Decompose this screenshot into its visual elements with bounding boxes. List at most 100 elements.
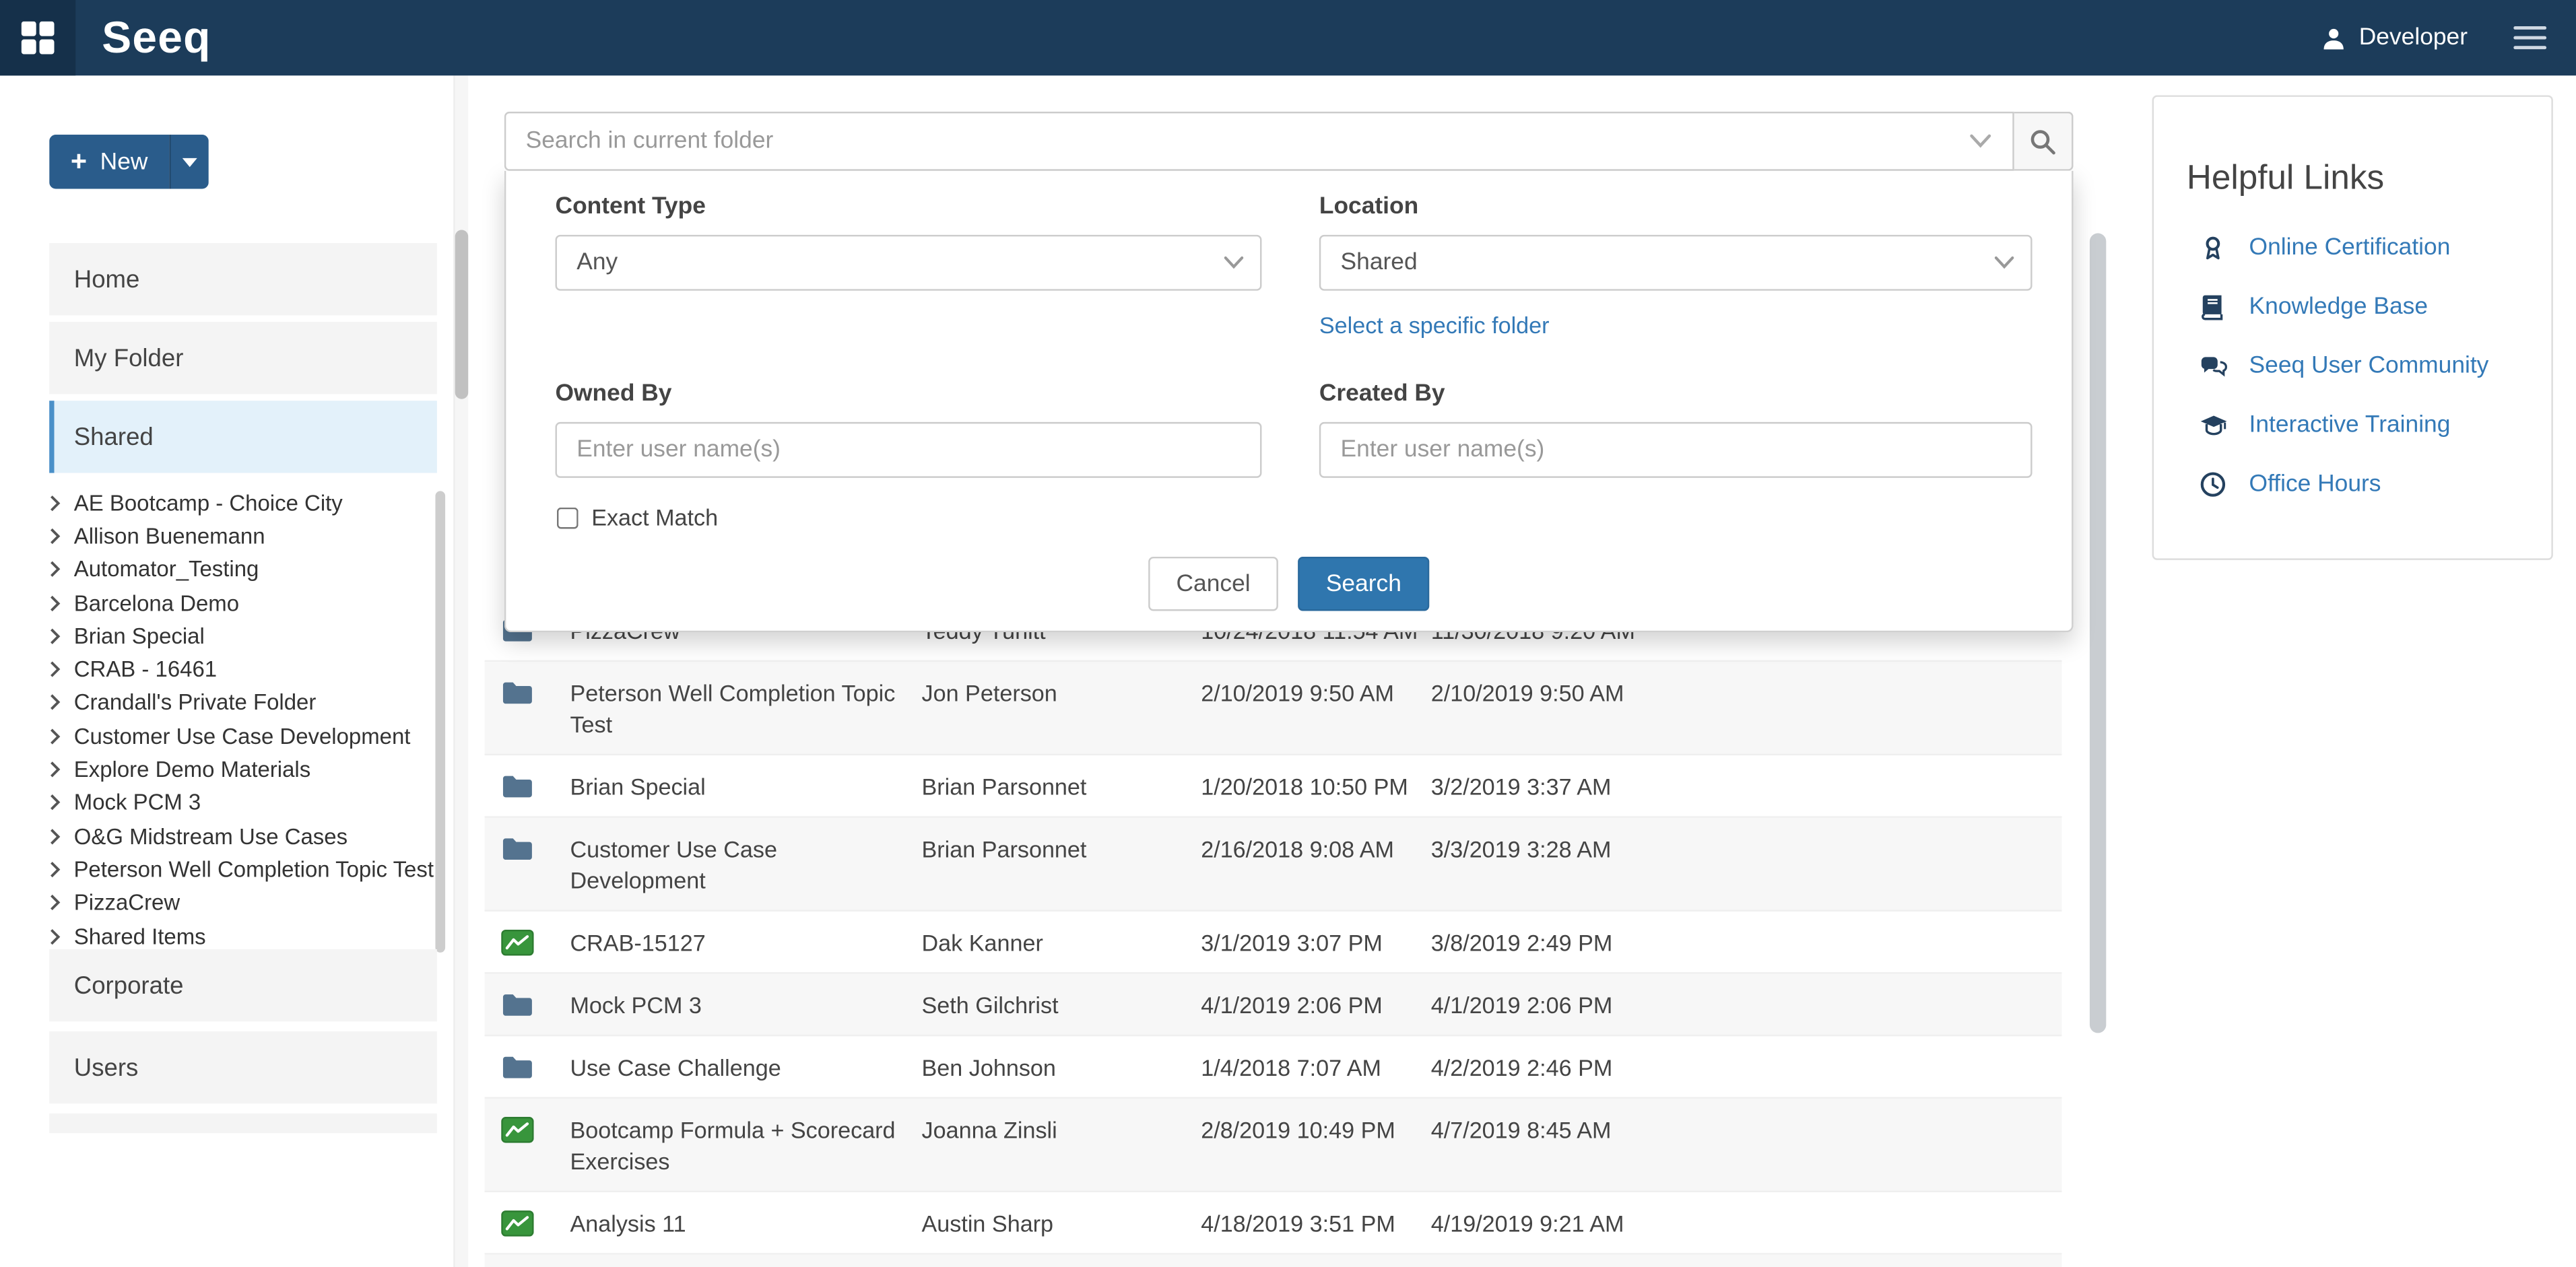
sidebar-item-my-folder[interactable]: My Folder [49, 322, 437, 394]
chevron-right-icon[interactable] [49, 594, 74, 612]
helpful-link-comments[interactable]: Seeq User Community [2198, 337, 2551, 396]
row-name: Use Case Challenge [570, 1052, 921, 1083]
row-updated-date: 4/7/2019 8:45 AM [1431, 1114, 2062, 1145]
new-button-label: New [100, 149, 148, 175]
user-icon [2321, 26, 2346, 50]
plus-icon: + [71, 148, 87, 176]
chevron-right-icon[interactable] [49, 727, 74, 745]
cancel-button[interactable]: Cancel [1148, 557, 1278, 611]
table-row[interactable]: Use Case ChallengeBen Johnson1/4/2018 7:… [485, 1036, 2062, 1099]
sidebar-item-label: Shared [74, 423, 154, 450]
created-by-input[interactable] [1319, 422, 2033, 478]
exact-match-checkbox[interactable] [557, 507, 579, 528]
analysis-icon [501, 927, 570, 955]
app-grid-button[interactable] [0, 0, 75, 75]
sidebar-tree-item[interactable]: AE Bootcamp - Choice City [49, 486, 434, 520]
sidebar-tree-item[interactable]: Peterson Well Completion Topic Test [49, 853, 434, 887]
chevron-right-icon[interactable] [49, 927, 74, 945]
table-row[interactable]: Mock PCM 3Seth Gilchrist4/1/2019 2:06 PM… [485, 974, 2062, 1037]
location-select[interactable]: Shared [1319, 235, 2033, 291]
chevron-right-icon[interactable] [49, 693, 74, 712]
user-name: Developer [2359, 25, 2468, 51]
sidebar-tree-item[interactable]: CRAB - 16461 [49, 653, 434, 687]
row-updated-date: 4/2/2019 2:46 PM [1431, 1052, 2062, 1083]
search-input[interactable] [506, 113, 2012, 169]
helpful-link-certificate[interactable]: Online Certification [2198, 218, 2551, 277]
tree-scrollbar-thumb[interactable] [435, 491, 445, 952]
chevron-right-icon[interactable] [49, 760, 74, 778]
main-scrollbar-thumb[interactable] [2090, 233, 2106, 1033]
helpful-links-card: Helpful Links Online CertificationKnowle… [2152, 95, 2553, 559]
seeq-logo[interactable]: Seeq [102, 12, 211, 63]
helpful-link-graduation-cap[interactable]: Interactive Training [2198, 396, 2551, 455]
folder-icon [501, 1052, 570, 1079]
chevron-right-icon[interactable] [49, 493, 74, 512]
row-updated-date: 4/1/2019 2:06 PM [1431, 990, 2062, 1021]
helpful-link-clock[interactable]: Office Hours [2198, 455, 2551, 514]
user-menu[interactable]: Developer [2321, 25, 2468, 51]
row-name: Mock PCM 3 [570, 990, 921, 1021]
content-type-select[interactable]: Any [556, 235, 1262, 291]
main-scrollbar-track [2088, 75, 2107, 1267]
search-bar [504, 112, 2074, 171]
table-row[interactable]: Customer Use Case DevelopmentBrian Parso… [485, 818, 2062, 912]
table-row[interactable]: Bootcamp Formula + Scorecard ExercisesJo… [485, 1099, 2062, 1192]
table-row[interactable]: Brian SpecialBrian Parsonnet1/20/2018 10… [485, 755, 2062, 818]
chevron-right-icon[interactable] [49, 627, 74, 645]
row-updated-date: 3/3/2019 3:28 AM [1431, 833, 2062, 864]
chevron-right-icon[interactable] [49, 660, 74, 679]
sidebar-tree-item[interactable]: Crandall's Private Folder [49, 686, 434, 720]
table-row[interactable]: Analysis 11Austin Sharp4/18/2019 3:51 PM… [485, 1192, 2062, 1255]
helpful-link-label: Office Hours [2249, 471, 2381, 498]
owned-by-input[interactable] [556, 422, 1262, 478]
sidebar-item-shared[interactable]: Shared [49, 401, 437, 473]
chevron-right-icon[interactable] [49, 894, 74, 912]
certificate-icon [2198, 235, 2228, 261]
chevron-right-icon[interactable] [49, 560, 74, 578]
sidebar-tree-item[interactable]: Shared Items [49, 920, 434, 953]
sidebar-tree-item[interactable]: Barcelona Demo [49, 586, 434, 620]
hamburger-menu-button[interactable] [2510, 19, 2550, 57]
chevron-right-icon[interactable] [49, 527, 74, 545]
sidebar-tree-item[interactable]: Brian Special [49, 619, 434, 653]
sidebar-tree-item[interactable]: Explore Demo Materials [49, 753, 434, 786]
row-created-date: 1/20/2018 10:50 PM [1201, 771, 1431, 802]
sidebar-tree-item[interactable]: Customer Use Case Development [49, 720, 434, 753]
row-owner: Jon Peterson [922, 677, 1201, 708]
table-row[interactable]: Peterson Well Completion Topic TestJon P… [485, 662, 2062, 755]
sidebar-item-home[interactable]: Home [49, 243, 437, 315]
select-specific-folder-link[interactable]: Select a specific folder [1319, 312, 1550, 338]
sidebar-tree-item[interactable]: Allison Buenemann [49, 520, 434, 553]
sidebar-item-label: My Folder [74, 344, 184, 372]
sidebar-tree-item[interactable]: O&G Midstream Use Cases [49, 819, 434, 853]
table-row[interactable]: Analysis 15Austin Sharp4/24/2019 2:50 PM… [485, 1255, 2062, 1267]
sidebar-scrollbar-thumb[interactable] [455, 230, 469, 399]
row-owner: Dak Kanner [922, 927, 1201, 958]
chevron-right-icon[interactable] [49, 860, 73, 879]
new-button[interactable]: + New [49, 135, 169, 189]
search-dropdown-caret[interactable] [1970, 134, 1991, 149]
table-row[interactable]: CRAB-15127Dak Kanner3/1/2019 3:07 PM3/8/… [485, 912, 2062, 974]
search-submit-button[interactable] [2014, 112, 2074, 171]
search-button[interactable]: Search [1298, 557, 1429, 611]
row-updated-date: 2/10/2019 9:50 AM [1431, 677, 2062, 708]
sidebar-tree-item[interactable]: PizzaCrew [49, 886, 434, 920]
helpful-link-book[interactable]: Knowledge Base [2198, 277, 2551, 337]
row-name: Brian Special [570, 771, 921, 802]
location-value: Shared [1341, 250, 1418, 276]
row-name: Peterson Well Completion Topic Test [570, 677, 921, 740]
row-created-date: 2/8/2019 10:49 PM [1201, 1114, 1431, 1145]
sidebar-item-corporate[interactable]: Corporate [49, 949, 437, 1021]
magnifier-icon [2029, 127, 2057, 155]
row-name: CRAB-15127 [570, 927, 921, 958]
chevron-right-icon[interactable] [49, 827, 74, 846]
chevron-right-icon[interactable] [49, 794, 74, 812]
navbar-right: Developer [2321, 19, 2550, 57]
sidebar-tree-item[interactable]: Mock PCM 3 [49, 786, 434, 820]
sidebar-item-users[interactable]: Users [49, 1031, 437, 1103]
tree-item-label: Brian Special [74, 624, 205, 649]
sidebar-item-clipped[interactable] [49, 1114, 437, 1133]
row-name: Customer Use Case Development [570, 833, 921, 896]
sidebar-tree-item[interactable]: Automator_Testing [49, 553, 434, 586]
new-button-caret[interactable] [169, 135, 209, 189]
